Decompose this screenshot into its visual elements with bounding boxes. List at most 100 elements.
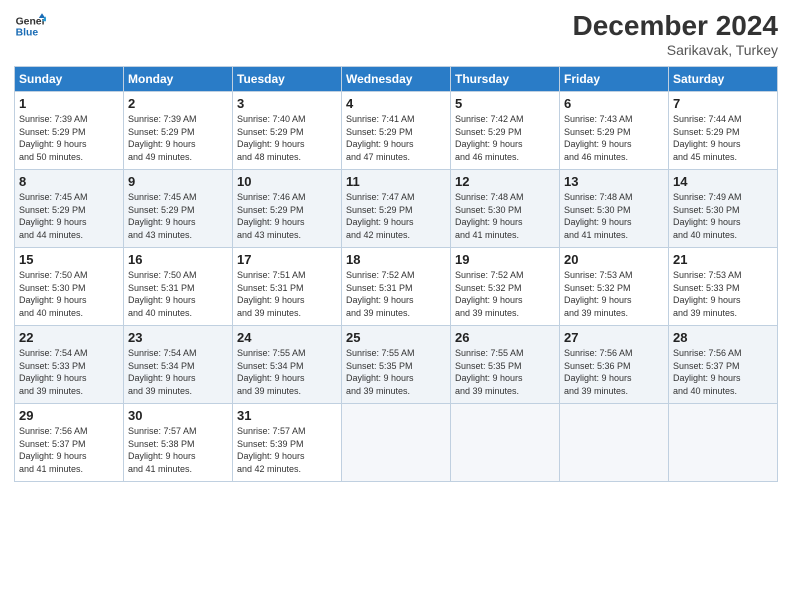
cell-info: Sunrise: 7:57 AMSunset: 5:38 PMDaylight:… (128, 425, 228, 475)
cell-info: Sunrise: 7:55 AMSunset: 5:35 PMDaylight:… (455, 347, 555, 397)
header-row: Sunday Monday Tuesday Wednesday Thursday… (15, 67, 778, 92)
calendar-row: 29 Sunrise: 7:56 AMSunset: 5:37 PMDayligh… (15, 404, 778, 482)
svg-text:General: General (16, 16, 46, 27)
col-friday: Friday (560, 67, 669, 92)
table-cell: 4 Sunrise: 7:41 AMSunset: 5:29 PMDaylight… (342, 92, 451, 170)
day-number: 26 (455, 330, 555, 345)
day-number: 15 (19, 252, 119, 267)
table-cell (342, 404, 451, 482)
cell-info: Sunrise: 7:56 AMSunset: 5:36 PMDaylight:… (564, 347, 664, 397)
logo-icon: General Blue (14, 10, 46, 42)
table-cell (560, 404, 669, 482)
table-cell: 1 Sunrise: 7:39 AMSunset: 5:29 PMDaylight… (15, 92, 124, 170)
cell-info: Sunrise: 7:39 AMSunset: 5:29 PMDaylight:… (19, 113, 119, 163)
table-cell: 17 Sunrise: 7:51 AMSunset: 5:31 PMDayligh… (233, 248, 342, 326)
day-number: 1 (19, 96, 119, 111)
table-cell: 2 Sunrise: 7:39 AMSunset: 5:29 PMDaylight… (124, 92, 233, 170)
table-cell: 10 Sunrise: 7:46 AMSunset: 5:29 PMDayligh… (233, 170, 342, 248)
table-cell: 14Sunrise: 7:49 AMSunset: 5:30 PMDayligh… (669, 170, 778, 248)
cell-info: Sunrise: 7:54 AMSunset: 5:34 PMDaylight:… (128, 347, 228, 397)
day-number: 20 (564, 252, 664, 267)
cell-info: Sunrise: 7:52 AMSunset: 5:32 PMDaylight:… (455, 269, 555, 319)
table-cell: 9 Sunrise: 7:45 AMSunset: 5:29 PMDaylight… (124, 170, 233, 248)
calendar-body: 1 Sunrise: 7:39 AMSunset: 5:29 PMDaylight… (15, 92, 778, 482)
day-number: 17 (237, 252, 337, 267)
day-number: 6 (564, 96, 664, 111)
day-number: 21 (673, 252, 773, 267)
table-cell: 31Sunrise: 7:57 AMSunset: 5:39 PMDayligh… (233, 404, 342, 482)
cell-info: Sunrise: 7:56 AMSunset: 5:37 PMDaylight:… (673, 347, 773, 397)
cell-info: Sunrise: 7:39 AMSunset: 5:29 PMDaylight:… (128, 113, 228, 163)
svg-text:Blue: Blue (16, 28, 39, 39)
table-cell: 5 Sunrise: 7:42 AMSunset: 5:29 PMDaylight… (451, 92, 560, 170)
day-number: 5 (455, 96, 555, 111)
table-cell: 27 Sunrise: 7:56 AMSunset: 5:36 PMDayligh… (560, 326, 669, 404)
day-number: 9 (128, 174, 228, 189)
day-number: 25 (346, 330, 446, 345)
day-number: 29 (19, 408, 119, 423)
table-cell (669, 404, 778, 482)
cell-info: Sunrise: 7:47 AMSunset: 5:29 PMDaylight:… (346, 191, 446, 241)
day-number: 16 (128, 252, 228, 267)
table-cell: 7 Sunrise: 7:44 AMSunset: 5:29 PMDaylight… (669, 92, 778, 170)
cell-info: Sunrise: 7:57 AMSunset: 5:39 PMDaylight:… (237, 425, 337, 475)
day-number: 19 (455, 252, 555, 267)
col-wednesday: Wednesday (342, 67, 451, 92)
day-number: 10 (237, 174, 337, 189)
table-cell: 20 Sunrise: 7:53 AMSunset: 5:32 PMDayligh… (560, 248, 669, 326)
cell-info: Sunrise: 7:50 AMSunset: 5:30 PMDaylight:… (19, 269, 119, 319)
table-cell: 19 Sunrise: 7:52 AMSunset: 5:32 PMDayligh… (451, 248, 560, 326)
day-number: 18 (346, 252, 446, 267)
table-cell: 25 Sunrise: 7:55 AMSunset: 5:35 PMDayligh… (342, 326, 451, 404)
day-number: 12 (455, 174, 555, 189)
cell-info: Sunrise: 7:41 AMSunset: 5:29 PMDaylight:… (346, 113, 446, 163)
table-cell: 24Sunrise: 7:55 AMSunset: 5:34 PMDayligh… (233, 326, 342, 404)
cell-info: Sunrise: 7:50 AMSunset: 5:31 PMDaylight:… (128, 269, 228, 319)
table-cell: 3Sunrise: 7:40 AMSunset: 5:29 PMDaylight… (233, 92, 342, 170)
cell-info: Sunrise: 7:53 AMSunset: 5:32 PMDaylight:… (564, 269, 664, 319)
col-monday: Monday (124, 67, 233, 92)
table-cell: 21Sunrise: 7:53 AMSunset: 5:33 PMDayligh… (669, 248, 778, 326)
cell-info: Sunrise: 7:48 AMSunset: 5:30 PMDaylight:… (455, 191, 555, 241)
header: General Blue December 2024 Sarikavak, Tu… (14, 10, 778, 58)
table-cell: 18 Sunrise: 7:52 AMSunset: 5:31 PMDayligh… (342, 248, 451, 326)
cell-info: Sunrise: 7:42 AMSunset: 5:29 PMDaylight:… (455, 113, 555, 163)
table-cell: 15 Sunrise: 7:50 AMSunset: 5:30 PMDayligh… (15, 248, 124, 326)
cell-info: Sunrise: 7:45 AMSunset: 5:29 PMDaylight:… (128, 191, 228, 241)
table-cell: 29 Sunrise: 7:56 AMSunset: 5:37 PMDayligh… (15, 404, 124, 482)
month-title: December 2024 (573, 10, 778, 42)
calendar-row: 22 Sunrise: 7:54 AMSunset: 5:33 PMDayligh… (15, 326, 778, 404)
day-number: 2 (128, 96, 228, 111)
table-cell: 26 Sunrise: 7:55 AMSunset: 5:35 PMDayligh… (451, 326, 560, 404)
col-saturday: Saturday (669, 67, 778, 92)
table-cell: 12 Sunrise: 7:48 AMSunset: 5:30 PMDayligh… (451, 170, 560, 248)
table-cell (451, 404, 560, 482)
cell-info: Sunrise: 7:46 AMSunset: 5:29 PMDaylight:… (237, 191, 337, 241)
day-number: 7 (673, 96, 773, 111)
day-number: 27 (564, 330, 664, 345)
calendar-row: 8 Sunrise: 7:45 AMSunset: 5:29 PMDaylight… (15, 170, 778, 248)
day-number: 22 (19, 330, 119, 345)
day-number: 8 (19, 174, 119, 189)
cell-info: Sunrise: 7:56 AMSunset: 5:37 PMDaylight:… (19, 425, 119, 475)
calendar-row: 15 Sunrise: 7:50 AMSunset: 5:30 PMDayligh… (15, 248, 778, 326)
cell-info: Sunrise: 7:40 AMSunset: 5:29 PMDaylight:… (237, 113, 337, 163)
cell-info: Sunrise: 7:43 AMSunset: 5:29 PMDaylight:… (564, 113, 664, 163)
table-cell: 23Sunrise: 7:54 AMSunset: 5:34 PMDayligh… (124, 326, 233, 404)
day-number: 13 (564, 174, 664, 189)
day-number: 28 (673, 330, 773, 345)
cell-info: Sunrise: 7:52 AMSunset: 5:31 PMDaylight:… (346, 269, 446, 319)
day-number: 11 (346, 174, 446, 189)
day-number: 14 (673, 174, 773, 189)
title-block: December 2024 Sarikavak, Turkey (573, 10, 778, 58)
cell-info: Sunrise: 7:55 AMSunset: 5:35 PMDaylight:… (346, 347, 446, 397)
cell-info: Sunrise: 7:51 AMSunset: 5:31 PMDaylight:… (237, 269, 337, 319)
cell-info: Sunrise: 7:54 AMSunset: 5:33 PMDaylight:… (19, 347, 119, 397)
logo: General Blue (14, 10, 46, 42)
day-number: 4 (346, 96, 446, 111)
col-tuesday: Tuesday (233, 67, 342, 92)
cell-info: Sunrise: 7:44 AMSunset: 5:29 PMDaylight:… (673, 113, 773, 163)
table-cell: 11 Sunrise: 7:47 AMSunset: 5:29 PMDayligh… (342, 170, 451, 248)
cell-info: Sunrise: 7:45 AMSunset: 5:29 PMDaylight:… (19, 191, 119, 241)
table-cell: 6 Sunrise: 7:43 AMSunset: 5:29 PMDaylight… (560, 92, 669, 170)
